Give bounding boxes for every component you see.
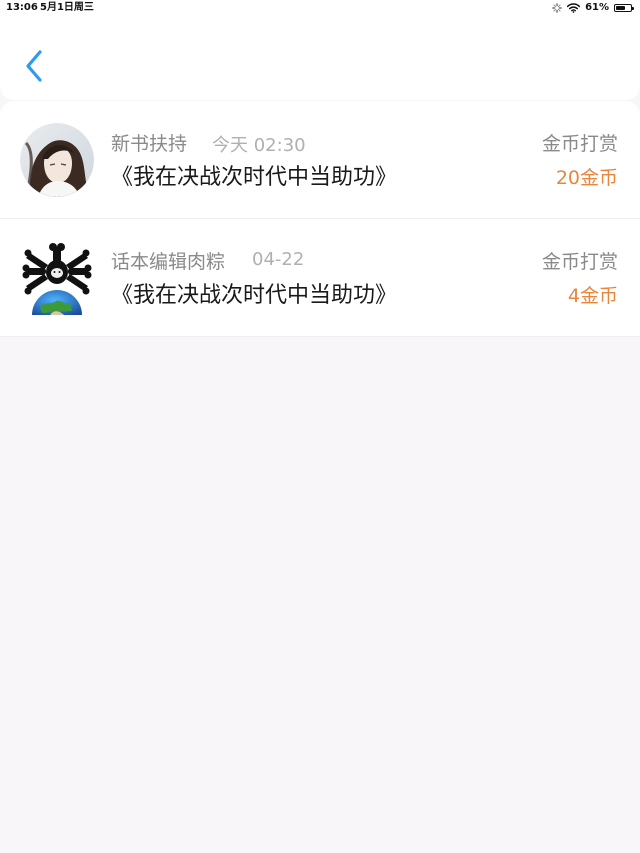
- avatar[interactable]: [20, 241, 94, 315]
- reward-row[interactable]: 新书扶持 今天 02:30 《我在决战次时代中当助功》 金币打赏 20金币: [0, 101, 640, 219]
- status-bar: 13:06 5月1日周三 61%: [0, 0, 640, 16]
- back-button[interactable]: [16, 44, 52, 88]
- status-date: 5月1日周三: [40, 2, 94, 13]
- battery-fill: [616, 6, 625, 10]
- reward-amount: 20金币: [555, 167, 618, 189]
- sender-name: 新书扶持: [111, 133, 188, 155]
- sender-name: 话本编辑肉粽: [111, 251, 226, 273]
- reward-list: 新书扶持 今天 02:30 《我在决战次时代中当助功》 金币打赏 20金币 话本…: [0, 101, 640, 337]
- battery-percent: 61%: [585, 2, 609, 13]
- book-title: 《我在决战次时代中当助功》: [111, 165, 398, 190]
- nav-bar: [0, 16, 640, 100]
- avatar[interactable]: [20, 123, 94, 197]
- reward-amount: 4金币: [567, 285, 618, 307]
- chevron-left-icon: [26, 50, 42, 82]
- reward-type: 金币打赏: [541, 251, 618, 273]
- avatar-image: [20, 241, 94, 315]
- reward-time: 今天 02:30: [212, 135, 306, 156]
- status-time: 13:06: [6, 2, 38, 13]
- reward-type: 金币打赏: [541, 133, 618, 155]
- reward-time: 04-22: [252, 249, 305, 270]
- avatar-image: [20, 123, 94, 197]
- book-title: 《我在决战次时代中当助功》: [111, 283, 398, 308]
- wifi-icon: [567, 3, 581, 13]
- status-indicators: 61%: [552, 0, 634, 16]
- loading-icon: [552, 3, 562, 13]
- reward-row[interactable]: 话本编辑肉粽 04-22 《我在决战次时代中当助功》 金币打赏 4金币: [0, 219, 640, 337]
- battery-icon: [614, 4, 634, 12]
